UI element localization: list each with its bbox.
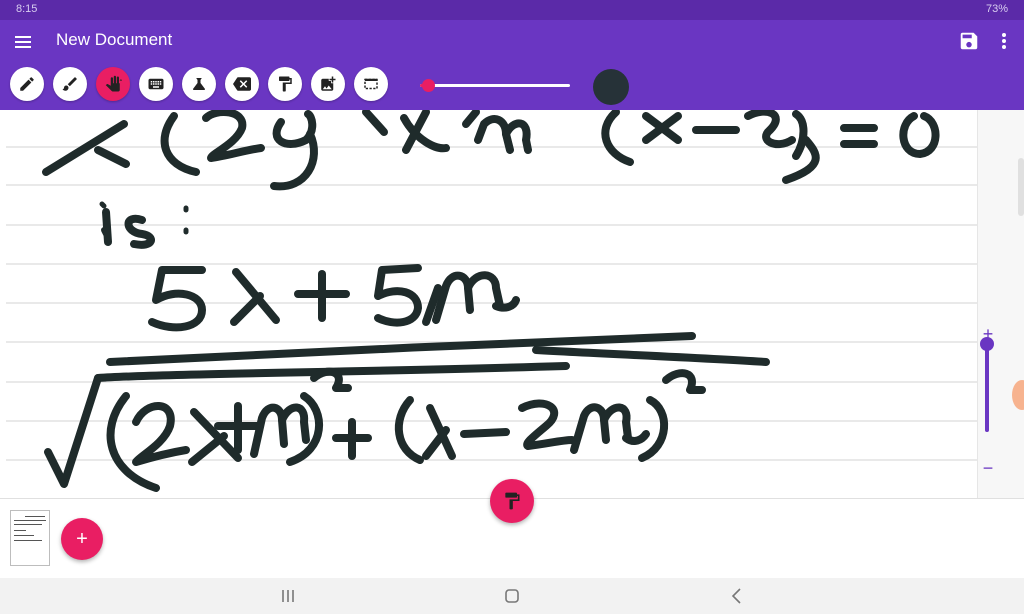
thumb-line — [14, 524, 42, 525]
zoom-out-button[interactable]: − — [979, 458, 997, 478]
thumb-line — [14, 520, 46, 521]
paint-roller-icon — [279, 76, 292, 92]
page-scroll-indicator[interactable] — [1018, 158, 1024, 216]
thumb-line — [14, 535, 34, 536]
zoom-fill — [985, 344, 989, 432]
quick-tool-button[interactable] — [490, 479, 534, 523]
brush-icon — [62, 77, 77, 91]
selection-tool[interactable] — [354, 67, 388, 101]
hand-tool[interactable] — [96, 67, 130, 101]
stroke-size-knob[interactable] — [421, 79, 435, 92]
keyboard-icon — [148, 78, 164, 90]
thumb-line — [25, 516, 45, 517]
recents-icon[interactable] — [278, 586, 298, 606]
roller-tool[interactable] — [268, 67, 302, 101]
pen-tool[interactable] — [10, 67, 44, 101]
color-picker[interactable] — [593, 69, 629, 105]
paint-roller-icon — [505, 492, 520, 510]
add-image-icon — [321, 76, 336, 91]
hand-icon — [105, 75, 122, 92]
status-battery: 73% — [985, 3, 1008, 15]
status-time: 8:15 — [16, 3, 38, 15]
menu-icon[interactable] — [12, 31, 34, 53]
save-icon[interactable] — [958, 30, 980, 52]
thumb-line — [14, 540, 42, 541]
home-icon[interactable] — [502, 586, 522, 606]
selection-icon — [364, 78, 378, 90]
drawing-canvas[interactable] — [6, 110, 978, 498]
brush-tool[interactable] — [53, 67, 87, 101]
app-bar: New Document — [0, 20, 1024, 110]
zoom-slider[interactable] — [980, 337, 994, 432]
handwriting-strokes — [42, 110, 940, 492]
back-icon[interactable] — [727, 586, 747, 606]
system-nav-bar — [0, 578, 1024, 614]
add-page-button[interactable]: + — [61, 518, 103, 560]
zoom-knob[interactable] — [980, 337, 994, 351]
flask-tool[interactable] — [182, 67, 216, 101]
stroke-size-slider[interactable] — [420, 79, 570, 92]
backspace-icon — [233, 77, 251, 91]
ruled-page — [6, 110, 977, 492]
eraser-tool[interactable] — [225, 67, 259, 101]
thumb-line — [14, 530, 26, 531]
status-bar: 8:15 73% — [0, 0, 1024, 20]
keyboard-tool[interactable] — [139, 67, 173, 101]
document-title[interactable]: New Document — [56, 30, 172, 50]
more-vert-icon[interactable] — [996, 30, 1012, 52]
pen-icon — [20, 77, 34, 91]
page-thumbnail[interactable] — [10, 510, 50, 566]
flask-icon — [193, 78, 205, 90]
add-image-tool[interactable] — [311, 67, 345, 101]
